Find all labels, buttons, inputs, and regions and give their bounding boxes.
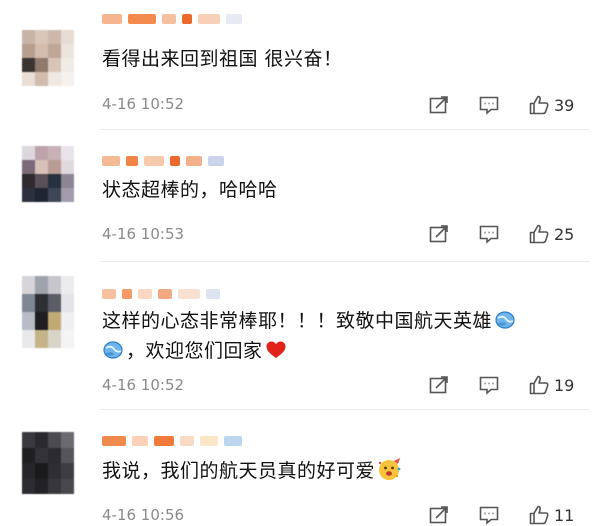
reply-button[interactable] [478, 223, 500, 245]
reply-button[interactable] [478, 504, 500, 526]
comment-time: 4-16 10:52 [102, 376, 185, 394]
avatar[interactable] [22, 30, 74, 86]
share-icon [429, 225, 448, 243]
comment-icon [479, 376, 499, 395]
like-button[interactable]: 11 [528, 504, 574, 526]
thumbs-up-icon [529, 505, 549, 525]
share-icon [429, 96, 448, 114]
reply-button[interactable] [478, 374, 500, 396]
red-heart-emoji [266, 341, 286, 358]
share-button[interactable] [428, 374, 450, 396]
comment-text-line: 这样的心态非常棒耶！！！致敬中国航天英雄 [102, 310, 493, 332]
comment-icon [479, 96, 499, 115]
like-button[interactable]: 19 [528, 374, 574, 396]
share-button[interactable] [428, 94, 450, 116]
like-button[interactable]: 39 [528, 94, 574, 116]
comment-time: 4-16 10:53 [102, 225, 185, 243]
comment-icon [479, 506, 499, 525]
username[interactable] [102, 287, 220, 301]
comment-actions: 39 [428, 94, 598, 116]
like-count: 39 [554, 95, 575, 115]
blue-earth-emoji [103, 341, 123, 359]
comment-text: 状态超棒的，哈哈哈 [102, 179, 278, 201]
like-count: 19 [554, 375, 575, 395]
share-icon [429, 376, 448, 394]
username[interactable] [102, 12, 242, 26]
comment-time: 4-16 10:56 [102, 506, 185, 524]
blue-earth-emoji [495, 311, 515, 329]
like-count: 25 [554, 224, 575, 244]
like-button[interactable]: 25 [528, 223, 574, 245]
comment-text-line: ，欢迎您们回家 [126, 340, 263, 362]
username[interactable] [102, 154, 224, 168]
avatar[interactable] [22, 432, 74, 494]
comment-text: 看得出来回到祖国 很兴奋！ [102, 48, 343, 70]
share-button[interactable] [428, 223, 450, 245]
comment-actions: 11 [428, 504, 598, 526]
share-icon [429, 506, 448, 524]
like-count: 11 [554, 505, 575, 525]
comment-text: 我说，我们的航天员真的好可爱 [102, 456, 570, 486]
comment-actions: 19 [428, 374, 598, 396]
comment-actions: 25 [428, 223, 598, 245]
comment-item: 这样的心态非常棒耶！！！致敬中国航天英雄 ，欢迎您们回家 4-16 10:52 … [0, 262, 600, 410]
comment-text: 这样的心态非常棒耶！！！致敬中国航天英雄 ，欢迎您们回家 [102, 306, 570, 366]
thumbs-up-icon [529, 375, 549, 395]
thumbs-up-icon [529, 224, 549, 244]
comment-text-line: 我说，我们的航天员真的好可爱 [102, 460, 376, 482]
comment-time: 4-16 10:52 [102, 95, 185, 113]
avatar[interactable] [22, 276, 74, 348]
comment-item: 看得出来回到祖国 很兴奋！ 4-16 10:52 39 [0, 0, 600, 130]
comment-icon [479, 225, 499, 244]
party-face-emoji [378, 458, 401, 480]
reply-button[interactable] [478, 94, 500, 116]
username[interactable] [102, 434, 242, 448]
share-button[interactable] [428, 504, 450, 526]
comment-item: 我说，我们的航天员真的好可爱 4-16 10:56 11 [0, 410, 600, 526]
avatar[interactable] [22, 146, 74, 202]
comment-item: 状态超棒的，哈哈哈 4-16 10:53 25 [0, 130, 600, 262]
thumbs-up-icon [529, 95, 549, 115]
